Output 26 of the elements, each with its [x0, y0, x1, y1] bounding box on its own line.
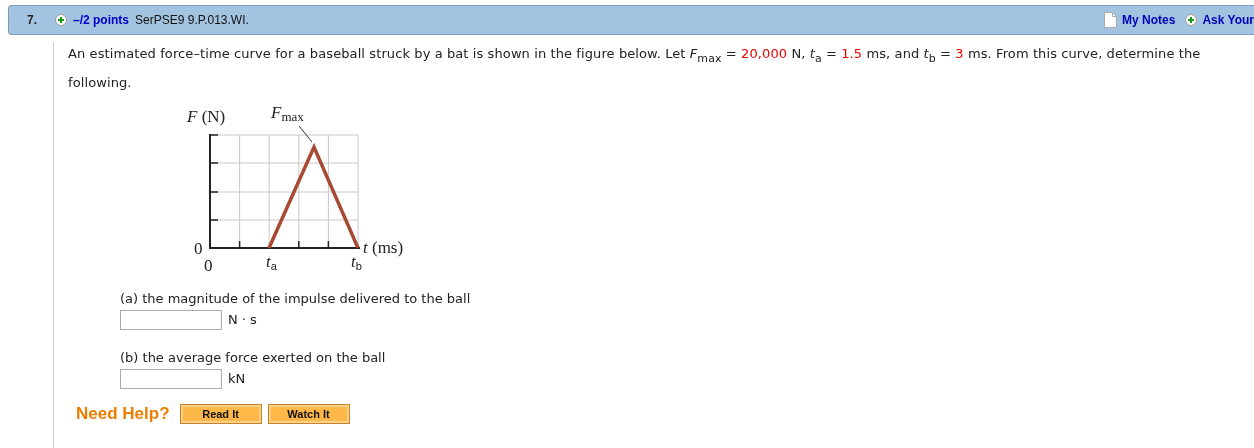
question-text: (a) the magnitude of the impulse delivered to the ball [120, 289, 472, 308]
plus-icon[interactable] [55, 14, 67, 26]
axis-label: F (N) [187, 107, 226, 125]
unit-label: kN [228, 371, 246, 387]
note-icon[interactable] [1104, 12, 1118, 28]
axis-label: 0 [194, 239, 203, 257]
peak-label: F$_{max}$ [271, 103, 304, 123]
problem-text: An estimated force–time curve for a baseball struck by a bat is shown in the figure below. Let F$_{max}$ = 20,000 N, t$_{a}$ = 1.5 ms, and t$_{b}$ = 3 ms. From this curve, determine the following. [68, 45, 1202, 92]
ask-link[interactable]: Ask Your [1202, 13, 1254, 27]
leader-line [298, 125, 313, 143]
axis-label: t$_{b}$ [351, 252, 362, 272]
help-button[interactable]: Watch It [267, 403, 350, 424]
axis-label: t (ms) [363, 238, 404, 256]
question-number: 7. [27, 13, 38, 27]
plus-icon[interactable] [1185, 14, 1198, 26]
axis-label: 0 [204, 256, 213, 274]
help-label: Need Help? [76, 403, 170, 424]
unit-label: N · s [228, 312, 257, 328]
question-text: (b) the average force exerted on the ball [120, 348, 387, 367]
axis-label: t$_{a}$ [266, 252, 277, 272]
points-link[interactable]: –/2 points [73, 13, 129, 27]
notes-link[interactable]: My Notes [1122, 13, 1176, 27]
problem-id: SerPSE9 9.P.013.WI. [135, 13, 249, 27]
help-button[interactable]: Read It [179, 403, 262, 424]
answer-field[interactable] [120, 309, 222, 330]
answer-field[interactable] [120, 368, 222, 389]
